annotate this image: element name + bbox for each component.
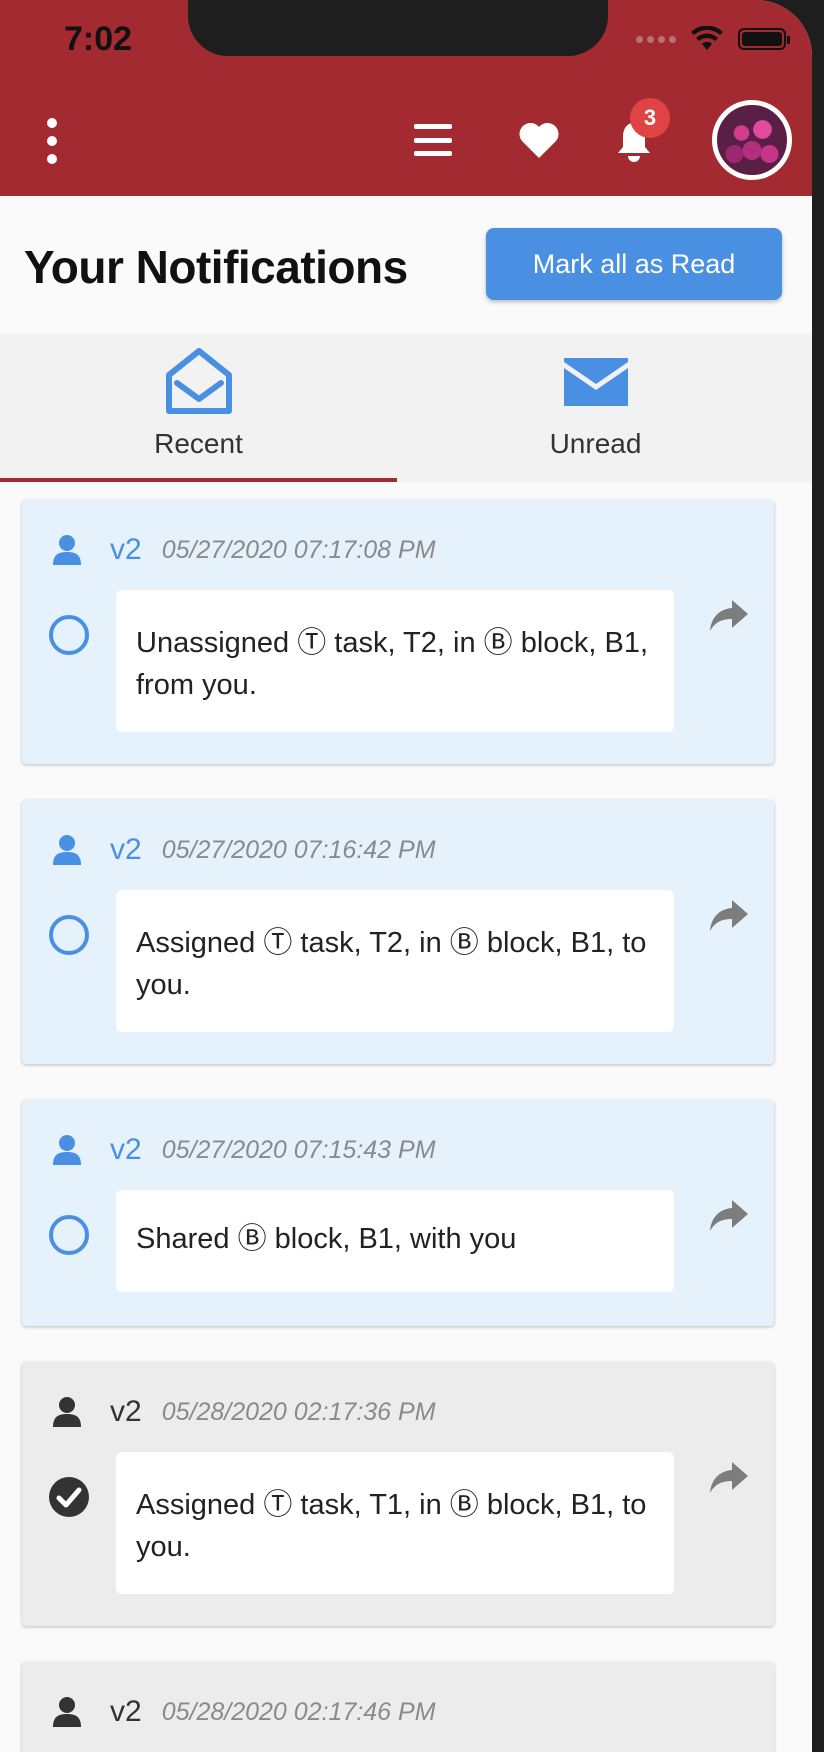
notification-timestamp: 05/27/2020 07:16:42 PM bbox=[161, 835, 436, 864]
unread-circle-icon[interactable] bbox=[48, 614, 90, 656]
signal-icon bbox=[636, 35, 676, 43]
more-options-button[interactable] bbox=[40, 118, 64, 164]
app-screen: 7:02 3 Your Notifications Mark all as Re… bbox=[0, 0, 812, 1752]
forward-icon[interactable] bbox=[708, 598, 750, 634]
favorites-button[interactable] bbox=[516, 118, 562, 162]
notification-list: v2 05/27/2020 07:17:08 PM Unassigned Ⓣ t… bbox=[22, 500, 774, 1752]
envelope-open-icon bbox=[165, 348, 232, 414]
tab-recent-label: Recent bbox=[154, 428, 243, 459]
notification-user: v2 bbox=[110, 1695, 142, 1728]
read-check-icon[interactable] bbox=[48, 1476, 90, 1518]
notification-message: Assigned Ⓣ task, T2, in Ⓑ block, B1, to … bbox=[116, 890, 674, 1032]
notification-user: v2 bbox=[110, 833, 142, 866]
forward-icon[interactable] bbox=[708, 1460, 750, 1496]
unread-circle-icon[interactable] bbox=[48, 1214, 90, 1256]
app-bar: 7:02 3 bbox=[0, 0, 812, 196]
user-icon bbox=[53, 1697, 81, 1727]
tab-unread[interactable]: Unread bbox=[397, 334, 794, 482]
tab-recent[interactable]: Recent bbox=[0, 334, 397, 482]
user-icon bbox=[53, 1397, 81, 1427]
notification-user: v2 bbox=[110, 1133, 142, 1166]
user-icon bbox=[53, 1135, 81, 1165]
notification-card[interactable]: v2 05/27/2020 07:15:43 PM Shared Ⓑ block… bbox=[22, 1100, 774, 1326]
notification-message: Unassigned Ⓣ task, T2, in Ⓑ block, B1, f… bbox=[116, 590, 674, 732]
envelope-icon bbox=[563, 358, 628, 406]
forward-icon[interactable] bbox=[708, 898, 750, 934]
user-icon bbox=[53, 535, 81, 565]
notification-card[interactable]: v2 05/27/2020 07:17:08 PM Unassigned Ⓣ t… bbox=[22, 500, 774, 764]
mark-all-read-button[interactable]: Mark all as Read bbox=[486, 228, 782, 300]
notification-timestamp: 05/27/2020 07:17:08 PM bbox=[161, 535, 436, 564]
notification-user: v2 bbox=[110, 1395, 142, 1428]
battery-icon bbox=[738, 28, 790, 50]
tab-bar: Recent Unread bbox=[0, 334, 812, 482]
notification-timestamp: 05/28/2020 02:17:46 PM bbox=[161, 1697, 436, 1726]
notification-card[interactable]: v2 05/28/2020 02:17:36 PM Assigned Ⓣ tas… bbox=[22, 1362, 774, 1626]
forward-icon[interactable] bbox=[708, 1198, 750, 1234]
status-time: 7:02 bbox=[64, 20, 133, 58]
notification-timestamp: 05/27/2020 07:15:43 PM bbox=[161, 1135, 436, 1164]
heart-icon bbox=[519, 122, 559, 158]
device-notch bbox=[188, 0, 608, 56]
notification-card[interactable]: v2 05/28/2020 02:17:46 PM bbox=[22, 1662, 774, 1752]
title-row: Your Notifications Mark all as Read bbox=[0, 196, 812, 332]
notification-user: v2 bbox=[110, 533, 142, 566]
user-icon bbox=[53, 835, 81, 865]
avatar[interactable] bbox=[712, 100, 792, 180]
notification-message: Assigned Ⓣ task, T1, in Ⓑ block, B1, to … bbox=[116, 1452, 674, 1594]
notification-timestamp: 05/28/2020 02:17:36 PM bbox=[161, 1397, 436, 1426]
status-icons bbox=[636, 26, 790, 52]
menu-button[interactable] bbox=[414, 124, 452, 156]
wifi-icon bbox=[691, 26, 723, 50]
notification-count-badge: 3 bbox=[630, 98, 670, 138]
notification-card[interactable]: v2 05/27/2020 07:16:42 PM Assigned Ⓣ tas… bbox=[22, 800, 774, 1064]
tab-unread-label: Unread bbox=[549, 428, 642, 459]
page-title: Your Notifications bbox=[24, 241, 408, 293]
unread-circle-icon[interactable] bbox=[48, 914, 90, 956]
notification-message: Shared Ⓑ block, B1, with you bbox=[116, 1190, 674, 1292]
